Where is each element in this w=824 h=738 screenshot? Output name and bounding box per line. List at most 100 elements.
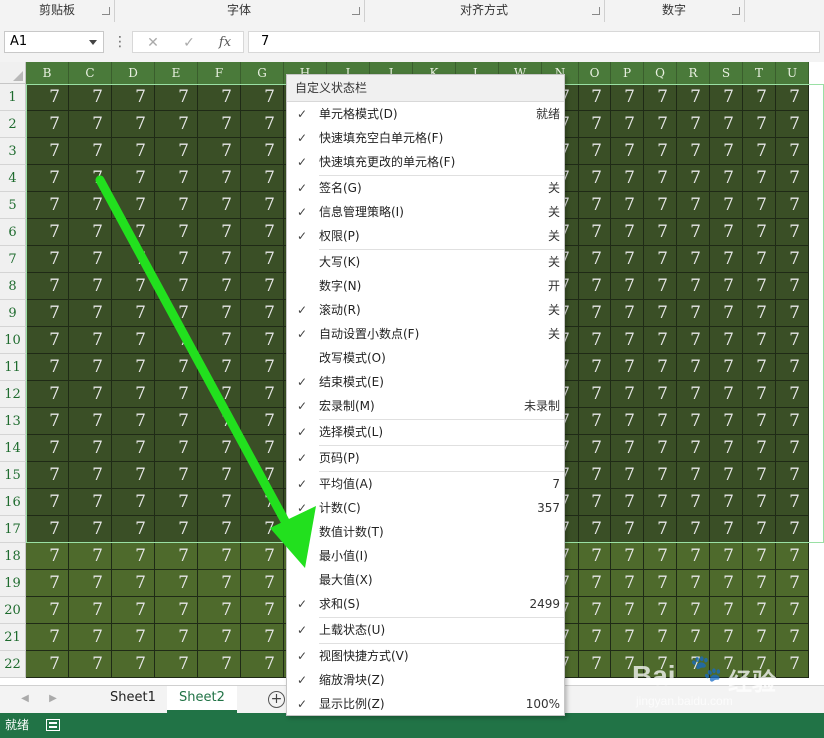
grid-cell[interactable]: 7 (644, 597, 677, 624)
grid-cell[interactable]: 7 (710, 192, 743, 219)
grid-cell[interactable]: 7 (69, 570, 112, 597)
grid-cell[interactable]: 7 (644, 516, 677, 543)
grid-cell[interactable]: 7 (241, 624, 284, 651)
grid-cell[interactable]: 7 (710, 354, 743, 381)
macro-record-icon[interactable] (46, 719, 60, 731)
column-header[interactable]: Q (644, 62, 677, 84)
grid-cell[interactable]: 7 (69, 354, 112, 381)
grid-cell[interactable]: 7 (198, 435, 241, 462)
grid-cell[interactable]: 7 (112, 381, 155, 408)
grid-cell[interactable]: 7 (241, 462, 284, 489)
column-header[interactable]: G (241, 62, 284, 84)
grid-cell[interactable]: 7 (743, 138, 776, 165)
grid-cell[interactable]: 7 (644, 327, 677, 354)
menu-item[interactable]: ✓ 缩放滑块(Z) (287, 668, 564, 692)
grid-cell[interactable]: 7 (69, 138, 112, 165)
grid-cell[interactable]: 7 (26, 543, 69, 570)
grid-cell[interactable]: 7 (677, 246, 710, 273)
grid-cell[interactable]: 7 (743, 516, 776, 543)
menu-item[interactable]: ✓ 页码(P) (287, 446, 564, 470)
grid-cell[interactable]: 7 (644, 624, 677, 651)
menu-item[interactable]: ✓ 结束模式(E) (287, 370, 564, 394)
grid-cell[interactable]: 7 (155, 462, 198, 489)
grid-cell[interactable]: 7 (112, 165, 155, 192)
grid-cell[interactable]: 7 (743, 651, 776, 678)
menu-item[interactable]: ✓ 单元格模式(D) 就绪 (287, 102, 564, 126)
grid-cell[interactable]: 7 (112, 246, 155, 273)
grid-cell[interactable]: 7 (611, 138, 644, 165)
grid-cell[interactable]: 7 (155, 246, 198, 273)
grid-cell[interactable]: 7 (579, 435, 611, 462)
menu-item[interactable]: ✓ 视图快捷方式(V) (287, 644, 564, 668)
grid-cell[interactable]: 7 (644, 570, 677, 597)
menu-item[interactable]: 大写(K) 关 (287, 250, 564, 274)
grid-cell[interactable]: 7 (579, 354, 611, 381)
menu-item[interactable]: ✓ 签名(G) 关 (287, 176, 564, 200)
menu-item[interactable]: ✓ 信息管理策略(I) 关 (287, 200, 564, 224)
grid-cell[interactable]: 7 (155, 327, 198, 354)
grid-cell[interactable]: 7 (198, 570, 241, 597)
row-header[interactable]: 15 (0, 462, 26, 489)
grid-cell[interactable]: 7 (677, 111, 710, 138)
grid-cell[interactable]: 7 (743, 300, 776, 327)
row-header[interactable]: 20 (0, 597, 26, 624)
grid-cell[interactable]: 7 (26, 435, 69, 462)
grid-cell[interactable]: 7 (579, 273, 611, 300)
grid-cell[interactable]: 7 (710, 219, 743, 246)
grid-cell[interactable]: 7 (710, 408, 743, 435)
grid-cell[interactable]: 7 (198, 111, 241, 138)
grid-cell[interactable]: 7 (198, 192, 241, 219)
row-header[interactable]: 6 (0, 219, 26, 246)
grid-cell[interactable]: 7 (710, 543, 743, 570)
grid-cell[interactable]: 7 (677, 327, 710, 354)
grid-cell[interactable]: 7 (155, 300, 198, 327)
grid-cell[interactable]: 7 (155, 84, 198, 111)
more-options-icon[interactable]: ⋮ (113, 34, 127, 50)
row-header[interactable]: 2 (0, 111, 26, 138)
grid-cell[interactable]: 7 (579, 624, 611, 651)
grid-cell[interactable]: 7 (644, 381, 677, 408)
grid-cell[interactable]: 7 (644, 84, 677, 111)
grid-cell[interactable]: 7 (677, 435, 710, 462)
column-header[interactable]: D (112, 62, 155, 84)
grid-cell[interactable]: 7 (198, 381, 241, 408)
grid-cell[interactable]: 7 (26, 651, 69, 678)
grid-cell[interactable]: 7 (644, 192, 677, 219)
grid-cell[interactable]: 7 (677, 408, 710, 435)
row-header[interactable]: 19 (0, 570, 26, 597)
grid-cell[interactable]: 7 (743, 624, 776, 651)
menu-item[interactable]: ✓ 显示比例(Z) 100% (287, 692, 564, 716)
grid-cell[interactable]: 7 (611, 624, 644, 651)
grid-cell[interactable]: 7 (644, 246, 677, 273)
grid-cell[interactable]: 7 (198, 246, 241, 273)
menu-item[interactable]: ✓ 自动设置小数点(F) 关 (287, 322, 564, 346)
grid-cell[interactable]: 7 (579, 381, 611, 408)
grid-cell[interactable]: 7 (112, 462, 155, 489)
grid-cell[interactable]: 7 (710, 624, 743, 651)
grid-cell[interactable]: 7 (155, 651, 198, 678)
grid-cell[interactable]: 7 (26, 381, 69, 408)
grid-cell[interactable]: 7 (743, 489, 776, 516)
row-header[interactable]: 5 (0, 192, 26, 219)
grid-cell[interactable]: 7 (26, 462, 69, 489)
grid-cell[interactable]: 7 (198, 219, 241, 246)
grid-cell[interactable]: 7 (112, 219, 155, 246)
grid-cell[interactable]: 7 (241, 246, 284, 273)
grid-cell[interactable]: 7 (241, 408, 284, 435)
menu-item[interactable]: 改写模式(O) (287, 346, 564, 370)
grid-cell[interactable]: 7 (579, 516, 611, 543)
grid-cell[interactable]: 7 (241, 219, 284, 246)
grid-cell[interactable]: 7 (644, 408, 677, 435)
grid-cell[interactable]: 7 (743, 570, 776, 597)
row-header[interactable]: 9 (0, 300, 26, 327)
grid-cell[interactable]: 7 (776, 651, 809, 678)
grid-cell[interactable]: 7 (710, 84, 743, 111)
grid-cell[interactable]: 7 (677, 597, 710, 624)
grid-cell[interactable]: 7 (710, 327, 743, 354)
grid-cell[interactable]: 7 (677, 516, 710, 543)
grid-cell[interactable]: 7 (611, 192, 644, 219)
menu-item[interactable]: ✓ 快速填充更改的单元格(F) (287, 150, 564, 174)
grid-cell[interactable]: 7 (611, 462, 644, 489)
grid-cell[interactable]: 7 (26, 624, 69, 651)
grid-cell[interactable]: 7 (677, 84, 710, 111)
